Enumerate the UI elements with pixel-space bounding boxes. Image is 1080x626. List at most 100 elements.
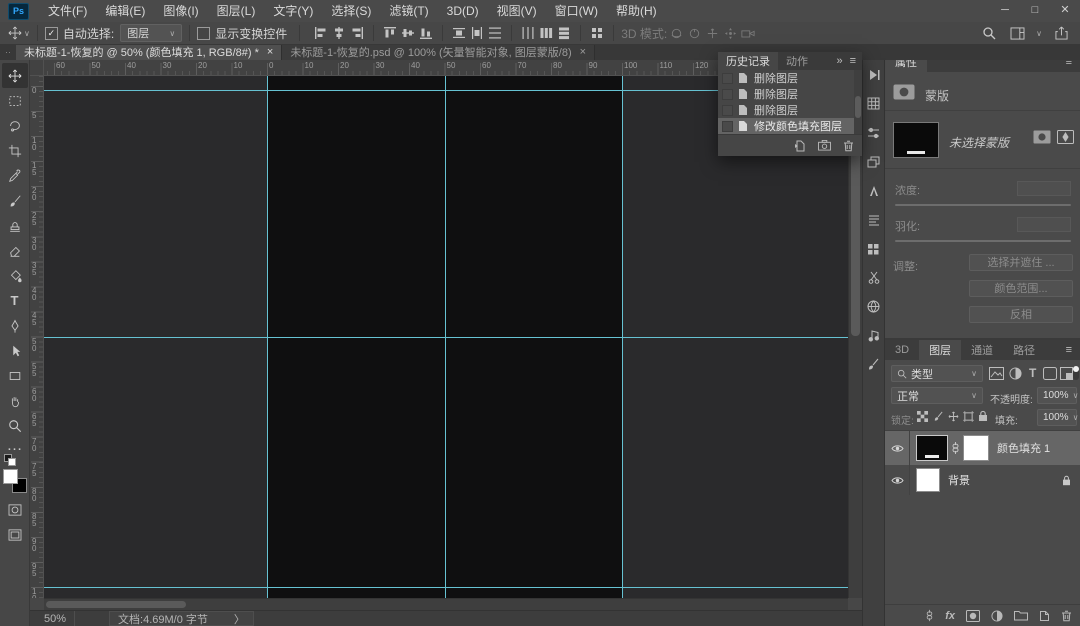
pixel-mask-button[interactable]: [1033, 130, 1051, 144]
new-document-from-state-icon[interactable]: [794, 140, 806, 152]
new-snapshot-camera-icon[interactable]: [818, 140, 831, 151]
tab-overflow-grip[interactable]: ··: [0, 44, 16, 60]
distribute-vertical-centers-icon[interactable]: [468, 24, 486, 42]
layer-row-color-fill[interactable]: 颜色填充 1: [885, 431, 1080, 465]
default-colors-icon[interactable]: [4, 454, 16, 466]
distribute-top-edges-icon[interactable]: [450, 24, 468, 42]
filter-pixel-layers-icon[interactable]: [989, 367, 1004, 380]
dock-panel-icon-layers2[interactable]: [864, 147, 884, 176]
tool-eraser[interactable]: [2, 238, 28, 263]
tool-brush[interactable]: [2, 188, 28, 213]
menu-filter[interactable]: 滤镜(T): [380, 0, 437, 22]
zoom-level-field[interactable]: 50%: [30, 611, 75, 626]
workspace-switcher-icon[interactable]: [1008, 24, 1026, 42]
filter-type-layers-icon[interactable]: T: [1029, 366, 1036, 380]
dock-panel-icon-music[interactable]: [864, 321, 884, 350]
menu-window[interactable]: 窗口(W): [546, 0, 607, 22]
history-step[interactable]: 删除图层: [718, 70, 862, 86]
quick-mask-mode-button[interactable]: [2, 497, 28, 522]
fill-layer-thumbnail[interactable]: [916, 435, 948, 461]
panel-menu-icon[interactable]: ≡: [1066, 344, 1080, 356]
tab-history[interactable]: 历史记录: [718, 52, 778, 70]
menu-3d[interactable]: 3D(D): [438, 0, 488, 22]
dock-panel-icon-scissors[interactable]: [864, 263, 884, 292]
layer-name[interactable]: 颜色填充 1: [997, 440, 1050, 456]
menu-select[interactable]: 选择(S): [322, 0, 380, 22]
distribute-horizontal-centers-icon[interactable]: [537, 24, 555, 42]
expand-panel-icon[interactable]: »: [836, 55, 842, 67]
filter-smart-object-icon[interactable]: [1060, 367, 1073, 380]
screen-mode-button[interactable]: [2, 522, 28, 547]
auto-select-target-dropdown[interactable]: 图层 ∨: [120, 24, 182, 42]
history-scrollbar[interactable]: [854, 70, 862, 134]
document-tab-active[interactable]: 未标题-1-恢复的 @ 50% (颜色填充 1, RGB/8#) * ×: [16, 44, 282, 60]
mask-thumbnail[interactable]: [893, 122, 939, 158]
history-source-well[interactable]: [722, 73, 733, 84]
add-layer-mask-icon[interactable]: [966, 610, 980, 622]
dock-panel-icon-paragraph[interactable]: [864, 205, 884, 234]
align-vertical-centers-icon[interactable]: [399, 24, 417, 42]
foreground-background-color-chips[interactable]: [3, 469, 27, 493]
layer-visibility-cell[interactable]: [885, 465, 910, 495]
tool-crop[interactable]: [2, 138, 28, 163]
horizontal-scrollbar-thumb[interactable]: [46, 601, 186, 608]
layer-mask-thumbnail[interactable]: [963, 435, 989, 461]
select-and-mask-button[interactable]: 选择并遮住 ...: [969, 254, 1073, 271]
menu-file[interactable]: 文件(F): [39, 0, 96, 22]
show-transform-checkbox[interactable]: [197, 27, 210, 40]
maximize-button[interactable]: □: [1020, 0, 1050, 22]
filter-toggle-switch[interactable]: [1073, 366, 1079, 380]
distribute-left-edges-icon[interactable]: [519, 24, 537, 42]
tab-layers[interactable]: 图层: [919, 340, 961, 360]
fill-dropdown[interactable]: 100% ∨: [1037, 409, 1077, 426]
panel-menu-icon[interactable]: ≡: [850, 55, 856, 67]
menu-edit[interactable]: 编辑(E): [96, 0, 154, 22]
tool-rectangle-shape[interactable]: [2, 363, 28, 388]
mask-link-chain-icon[interactable]: [951, 441, 960, 455]
horizontal-scrollbar[interactable]: [44, 598, 848, 610]
status-chevron-icon[interactable]: 〉: [234, 611, 245, 626]
lock-artboard-icon[interactable]: [963, 411, 974, 422]
history-scrollbar-thumb[interactable]: [855, 96, 861, 118]
distribute-spacing-icon[interactable]: [588, 24, 606, 42]
document-size-info[interactable]: 文档:4.69M/0 字节 〉: [109, 611, 254, 626]
close-tab-icon[interactable]: ×: [580, 46, 586, 58]
tab-actions[interactable]: 动作: [778, 52, 816, 70]
history-step[interactable]: 删除图层: [718, 86, 862, 102]
minimize-button[interactable]: ─: [990, 0, 1020, 22]
new-layer-icon[interactable]: [1039, 610, 1050, 622]
foreground-color-chip[interactable]: [3, 469, 18, 484]
opacity-dropdown[interactable]: 100% ∨: [1037, 387, 1077, 404]
vector-mask-button[interactable]: [1057, 130, 1074, 144]
lock-all-icon[interactable]: [978, 410, 988, 422]
lock-pixels-brush-icon[interactable]: [933, 411, 944, 422]
menu-type[interactable]: 文字(Y): [264, 0, 322, 22]
layer-style-fx-icon[interactable]: fx: [945, 610, 955, 622]
align-bottom-edges-icon[interactable]: [417, 24, 435, 42]
vertical-ruler[interactable]: 051 01 52 02 53 03 54 04 55 05 56 06 57 …: [30, 76, 44, 598]
density-value-field[interactable]: [1017, 181, 1071, 196]
tool-preset-chevron-icon[interactable]: ∨: [24, 29, 30, 38]
filter-shape-layers-icon[interactable]: [1043, 367, 1057, 380]
tool-clone-stamp[interactable]: [2, 213, 28, 238]
new-adjustment-layer-icon[interactable]: [991, 610, 1003, 622]
dock-panel-icon-play[interactable]: [864, 60, 884, 89]
feather-slider[interactable]: [895, 240, 1071, 242]
align-right-edges-icon[interactable]: [348, 24, 366, 42]
history-step[interactable]: 删除图层: [718, 102, 862, 118]
tool-hand[interactable]: [2, 388, 28, 413]
dock-panel-icon-sliders[interactable]: [864, 118, 884, 147]
history-source-well[interactable]: [722, 121, 733, 132]
dock-panel-icon-swatches[interactable]: [864, 234, 884, 263]
tool-rectangular-marquee[interactable]: [2, 88, 28, 113]
move-tool-icon[interactable]: [6, 24, 24, 42]
history-step-current[interactable]: 修改颜色填充图层: [718, 118, 862, 134]
document-tab-inactive[interactable]: 未标题-1-恢复的.psd @ 100% (矢量智能对象, 图层蒙版/8) ×: [282, 44, 595, 60]
distribute-bottom-edges-icon[interactable]: [486, 24, 504, 42]
background-layer-thumbnail[interactable]: [916, 468, 940, 492]
dock-panel-icon-char[interactable]: [864, 176, 884, 205]
dock-panel-icon-grid[interactable]: [864, 89, 884, 118]
invert-button[interactable]: 反相: [969, 306, 1073, 323]
link-layers-icon[interactable]: [925, 609, 934, 622]
tool-move[interactable]: [2, 63, 28, 88]
